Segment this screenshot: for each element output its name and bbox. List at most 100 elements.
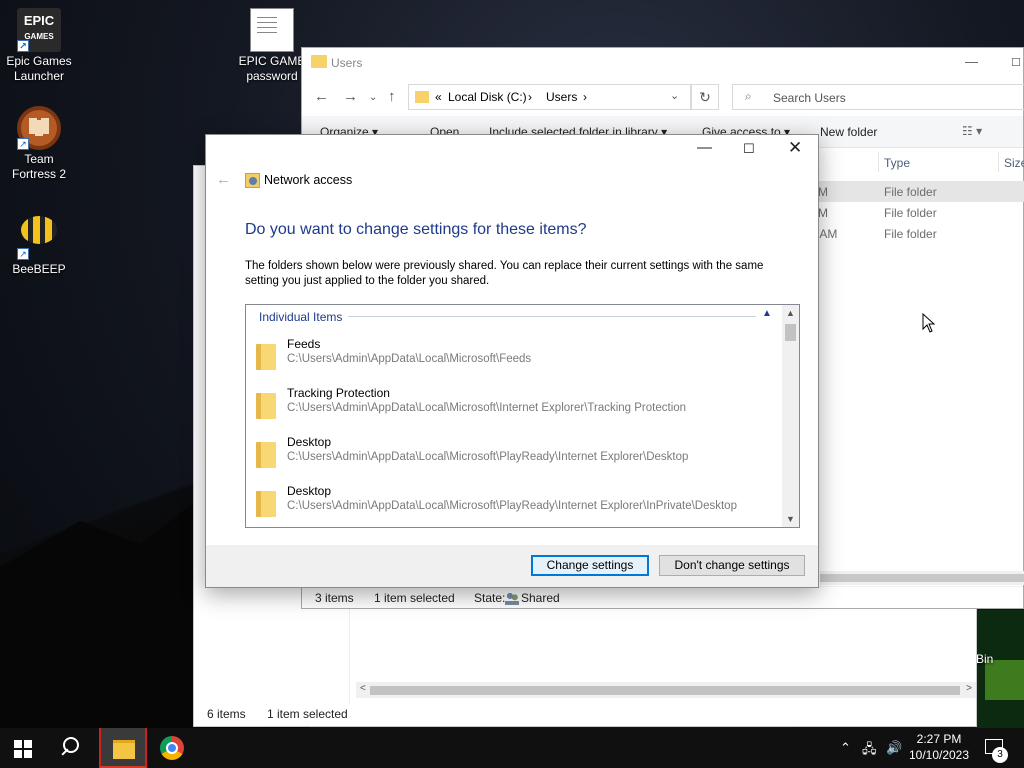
search-box[interactable]: ⌕ Search Users: [732, 84, 1024, 110]
scroll-thumb[interactable]: [785, 324, 796, 341]
column-size[interactable]: Size: [1004, 156, 1024, 170]
file-type: File folder: [884, 227, 937, 241]
item-path: C:\Users\Admin\AppData\Local\Microsoft\P…: [287, 451, 689, 463]
date-modified: M: [818, 185, 828, 199]
back-arrow-icon[interactable]: ←: [314, 88, 329, 105]
column-type[interactable]: Type: [884, 156, 910, 170]
group-header-label: Individual Items: [259, 310, 343, 324]
view-options-icon[interactable]: ☷ ▾: [962, 124, 982, 138]
windows-start-icon[interactable]: [14, 740, 32, 758]
file-explorer-taskbar-icon[interactable]: [99, 728, 147, 768]
vertical-scrollbar[interactable]: ▲ ▼: [782, 305, 799, 527]
refresh-button[interactable]: ↻: [691, 84, 719, 110]
address-dropdown-icon[interactable]: ⌄: [670, 89, 679, 102]
desktop-icon-password-file[interactable]: EPIC GAME password: [234, 8, 310, 84]
bee-icon: ↗: [17, 216, 61, 260]
scroll-right-icon[interactable]: >: [966, 683, 972, 694]
network-access-dialog[interactable]: — ☐ ✕ ← Network access Do you want to ch…: [205, 134, 819, 588]
folder-icon: [311, 55, 327, 68]
breadcrumb-users[interactable]: Users: [546, 90, 577, 104]
list-item[interactable]: Tracking Protection C:\Users\Admin\AppDa…: [246, 386, 780, 434]
volume-icon[interactable]: 🔊: [886, 740, 902, 756]
text-document-icon: [250, 8, 294, 52]
team-fortress-icon: ↗: [17, 106, 61, 150]
search-icon: ⌕: [745, 89, 752, 103]
desktop-icon-epic-games[interactable]: EPIC GAMES ↗ Epic Games Launcher: [1, 8, 77, 84]
list-item[interactable]: Desktop C:\Users\Admin\AppData\Local\Mic…: [246, 484, 780, 527]
group-divider: [348, 316, 756, 317]
forward-arrow-icon[interactable]: →: [343, 88, 358, 105]
shortcut-arrow-icon: ↗: [17, 40, 29, 52]
show-hidden-icons-chevron-icon[interactable]: ⌃: [840, 740, 851, 756]
back-arrow-icon[interactable]: ←: [216, 171, 231, 188]
address-bar[interactable]: « Local Disk (C:) › Users › ⌄: [408, 84, 691, 110]
clock[interactable]: 2:27 PM 10/10/2023: [905, 731, 973, 763]
dialog-heading: Do you want to change settings for these…: [245, 221, 587, 238]
folder-icon: [256, 491, 276, 517]
item-path: C:\Users\Admin\AppData\Local\Microsoft\P…: [287, 500, 737, 512]
scroll-left-icon[interactable]: <: [360, 683, 366, 694]
dialog-footer: Change settings Don't change settings: [206, 545, 818, 587]
status-bar: 3 items 1 item selected State: Shared: [302, 586, 1023, 608]
maximize-icon[interactable]: ☐: [1011, 56, 1021, 69]
desktop-icon-team-fortress[interactable]: ↗ Team Fortress 2: [1, 106, 77, 182]
status-state-value: Shared: [505, 591, 560, 605]
desktop-icon-label: Team Fortress 2: [11, 152, 66, 181]
status-bar: 6 items 1 item selected: [194, 702, 992, 744]
desktop-icon-beebeep[interactable]: ↗ BeeBEEP: [1, 206, 77, 277]
desktop-icon-label: EPIC GAME password: [238, 54, 306, 83]
new-folder-button[interactable]: New folder: [820, 125, 877, 139]
close-icon[interactable]: ✕: [788, 138, 802, 158]
clock-date: 10/10/2023: [908, 748, 970, 762]
window-title: Users: [331, 56, 363, 70]
recent-locations-chevron-icon[interactable]: ⌄: [369, 92, 377, 103]
folder-icon: [256, 344, 276, 370]
shortcut-arrow-icon: ↗: [17, 248, 29, 260]
dialog-title: Network access: [264, 173, 353, 187]
column-headers: Type Size: [872, 150, 1024, 174]
change-settings-button[interactable]: Change settings: [531, 555, 649, 576]
breadcrumb-drive[interactable]: Local Disk (C:): [448, 90, 527, 104]
list-item[interactable]: Feeds C:\Users\Admin\AppData\Local\Micro…: [246, 337, 780, 385]
scroll-down-icon[interactable]: ▼: [786, 514, 795, 524]
breadcrumb-separator[interactable]: ›: [528, 90, 532, 104]
status-selected-count: 1 item selected: [267, 707, 348, 721]
status-selected-count: 1 item selected: [374, 591, 455, 605]
dialog-description: The folders shown below were previously …: [245, 260, 764, 287]
shared-items-list[interactable]: Individual Items ▲ Feeds C:\Users\Admin\…: [245, 304, 800, 528]
horizontal-scrollbar[interactable]: < >: [356, 682, 976, 698]
item-name: Tracking Protection: [287, 386, 390, 400]
chrome-taskbar-icon[interactable]: [160, 736, 184, 760]
desktop-wallpaper-hill: [975, 610, 1024, 728]
scroll-thumb[interactable]: [820, 574, 1024, 582]
up-arrow-icon[interactable]: ↑: [388, 88, 396, 105]
status-item-count: 6 items: [207, 707, 246, 721]
scroll-thumb[interactable]: [370, 686, 960, 695]
breadcrumb-separator[interactable]: ›: [583, 90, 587, 104]
shortcut-arrow-icon: ↗: [17, 138, 29, 150]
network-share-icon: [245, 173, 260, 188]
horizontal-scrollbar[interactable]: [820, 571, 1024, 585]
mouse-cursor-icon: [922, 313, 936, 333]
collapse-group-icon[interactable]: ▲: [762, 308, 772, 319]
epic-games-icon: EPIC GAMES ↗: [17, 8, 61, 52]
dont-change-settings-button[interactable]: Don't change settings: [659, 555, 805, 576]
status-item-count: 3 items: [315, 591, 354, 605]
file-type: File folder: [884, 206, 937, 220]
network-icon[interactable]: 🖧: [862, 740, 877, 762]
search-icon[interactable]: [60, 737, 80, 757]
scroll-up-icon[interactable]: ▲: [786, 308, 795, 318]
item-path: C:\Users\Admin\AppData\Local\Microsoft\I…: [287, 402, 687, 414]
item-path: C:\Users\Admin\AppData\Local\Microsoft\F…: [287, 353, 532, 365]
minimize-icon[interactable]: —: [697, 139, 712, 156]
maximize-icon[interactable]: ☐: [743, 141, 755, 157]
date-modified: M: [818, 206, 828, 220]
item-name: Feeds: [287, 337, 321, 351]
address-overflow[interactable]: «: [435, 90, 442, 104]
folder-icon: [256, 393, 276, 419]
clock-time: 2:27 PM: [916, 732, 962, 746]
desktop-icon-label: Epic Games Launcher: [6, 54, 72, 83]
search-input[interactable]: Search Users: [773, 91, 846, 105]
list-item[interactable]: Desktop C:\Users\Admin\AppData\Local\Mic…: [246, 435, 780, 483]
minimize-icon[interactable]: —: [965, 54, 978, 69]
